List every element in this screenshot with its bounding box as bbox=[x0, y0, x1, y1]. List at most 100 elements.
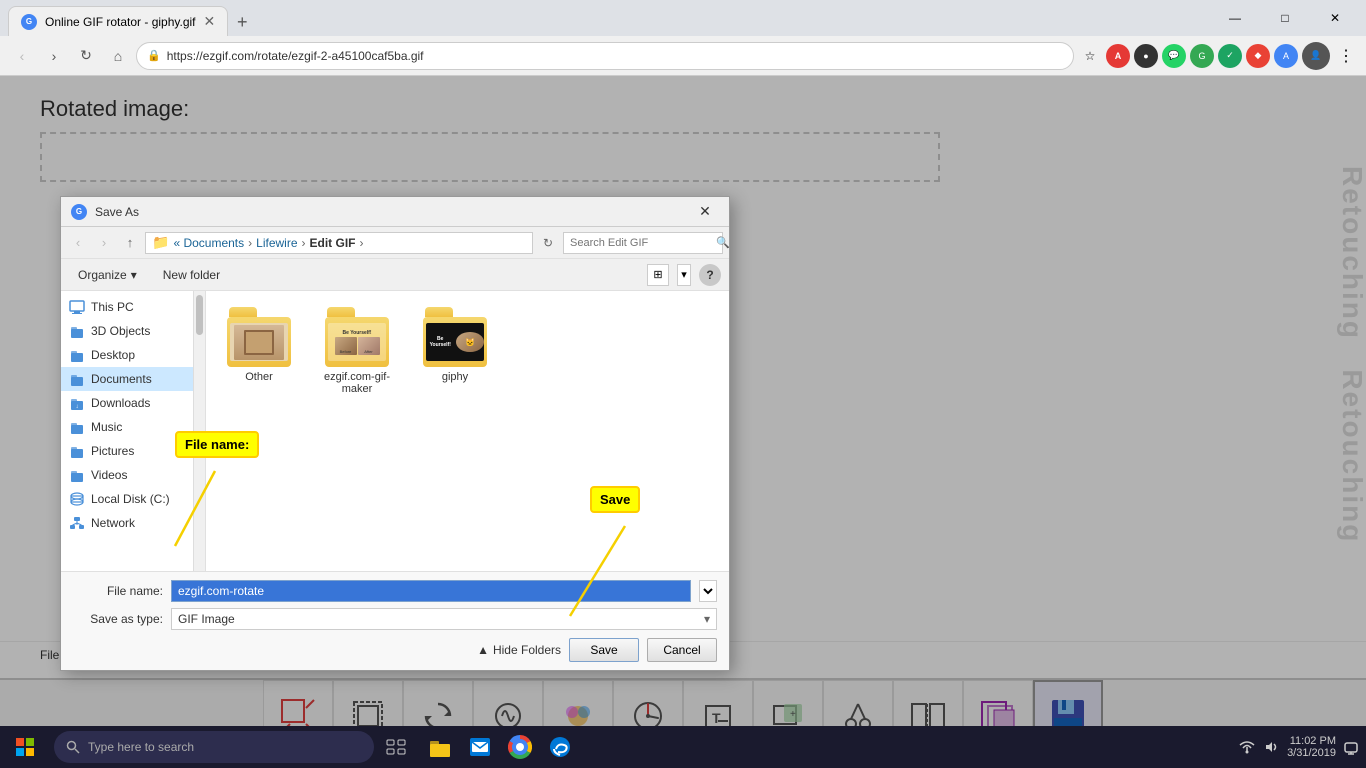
taskbar-search-bar[interactable]: Type here to search bbox=[54, 731, 374, 763]
address-bar[interactable]: 🔒 https://ezgif.com/rotate/ezgif-2-a4510… bbox=[136, 42, 1074, 70]
breadcrumb-sep-3: › bbox=[360, 236, 364, 250]
hide-folders-label: Hide Folders bbox=[493, 643, 561, 657]
start-button[interactable] bbox=[0, 726, 50, 768]
organize-button[interactable]: Organize ▾ bbox=[69, 264, 146, 286]
breadcrumb-sep-2: › bbox=[302, 236, 306, 250]
dialog-overlay: G Save As ✕ ‹ › ↑ 📁 « Documents › Lifewi… bbox=[0, 76, 1366, 768]
dialog-search-box: 🔍 bbox=[563, 232, 723, 254]
dialog-files: Other Be Yourself! bbox=[206, 291, 729, 571]
search-icon: 🔍 bbox=[716, 236, 730, 249]
taskbar-outlook[interactable] bbox=[462, 726, 498, 768]
filename-label: File name: bbox=[73, 584, 163, 598]
menu-icon[interactable]: ⋮ bbox=[1334, 44, 1358, 68]
dialog-up-button[interactable]: ↑ bbox=[119, 232, 141, 254]
sidebar-scroll-thumb[interactable] bbox=[196, 295, 203, 335]
view-arrow-button[interactable]: ▾ bbox=[677, 264, 691, 286]
taskbar-edge[interactable] bbox=[542, 726, 578, 768]
dialog-close-button[interactable]: ✕ bbox=[691, 198, 719, 226]
address-text: https://ezgif.com/rotate/ezgif-2-a45100c… bbox=[167, 49, 1063, 63]
taskbar-file-explorer[interactable] bbox=[422, 726, 458, 768]
taskbar-notification-icon[interactable] bbox=[1344, 739, 1358, 755]
sidebar-label-music: Music bbox=[91, 420, 122, 434]
task-view-button[interactable] bbox=[378, 726, 414, 768]
view-button[interactable]: ⊞ bbox=[647, 264, 669, 286]
sidebar-item-desktop[interactable]: Desktop bbox=[61, 343, 205, 367]
file-item-ezgif[interactable]: Be Yourself! Before After bbox=[312, 299, 402, 399]
extension-icon-2[interactable]: ● bbox=[1134, 44, 1158, 68]
filename-input[interactable] bbox=[171, 580, 691, 602]
file-item-giphy[interactable]: Be Yourself! 🐱 giphy bbox=[410, 299, 500, 399]
sidebar-label-3d-objects: 3D Objects bbox=[91, 324, 150, 338]
home-button[interactable]: ⌂ bbox=[104, 42, 132, 70]
taskbar-chrome[interactable] bbox=[502, 726, 538, 768]
file-name-giphy: giphy bbox=[442, 371, 468, 383]
tab-close-button[interactable]: ✕ bbox=[204, 13, 216, 30]
breadcrumb-editgif: Edit GIF bbox=[310, 236, 356, 250]
taskbar: Type here to search 11:02 PM 3/31/2019 bbox=[0, 726, 1366, 768]
extension-icon-7[interactable]: A bbox=[1274, 44, 1298, 68]
dialog-actions: ▲ Hide Folders Save Cancel bbox=[73, 638, 717, 662]
breadcrumb-sep-1: › bbox=[248, 236, 252, 250]
file-name-other: Other bbox=[245, 371, 273, 383]
sidebar-item-network[interactable]: Network bbox=[61, 511, 205, 535]
save-button[interactable]: Save bbox=[569, 638, 639, 662]
browser-tab[interactable]: G Online GIF rotator - giphy.gif ✕ bbox=[8, 6, 228, 36]
bookmark-icon[interactable]: ☆ bbox=[1078, 44, 1102, 68]
file-name-ezgif: ezgif.com-gif-maker bbox=[316, 371, 398, 395]
sidebar-item-videos[interactable]: Videos bbox=[61, 463, 205, 487]
new-folder-label: New folder bbox=[163, 268, 220, 282]
dialog-nav: ‹ › ↑ 📁 « Documents › Lifewire › Edit GI… bbox=[61, 227, 729, 259]
sidebar-item-this-pc[interactable]: This PC bbox=[61, 295, 205, 319]
folder-icon-nav: 📁 bbox=[152, 234, 169, 251]
folder-ezgif-icon: Be Yourself! Before After bbox=[325, 303, 389, 367]
sidebar-item-3d-objects[interactable]: 3D Objects bbox=[61, 319, 205, 343]
sidebar-item-documents[interactable]: Documents bbox=[61, 367, 205, 391]
savetype-arrow-icon: ▾ bbox=[704, 612, 710, 626]
tab-favicon: G bbox=[21, 14, 37, 30]
forward-button[interactable]: › bbox=[40, 42, 68, 70]
file-item-other[interactable]: Other bbox=[214, 299, 304, 399]
sidebar-item-downloads[interactable]: ↓ Downloads bbox=[61, 391, 205, 415]
dialog-search-input[interactable] bbox=[570, 237, 712, 249]
tab-title: Online GIF rotator - giphy.gif bbox=[45, 15, 196, 29]
dialog-body: This PC 3D Objects Desktop Document bbox=[61, 291, 729, 571]
new-tab-button[interactable]: + bbox=[228, 8, 256, 36]
sidebar-item-local-disk[interactable]: Local Disk (C:) bbox=[61, 487, 205, 511]
close-button[interactable]: ✕ bbox=[1312, 4, 1358, 32]
hide-folders-arrow: ▲ bbox=[477, 643, 489, 657]
dialog-bottom: File name: ▾ Save as type: GIF Image ▾ bbox=[61, 571, 729, 670]
savetype-label: Save as type: bbox=[73, 612, 163, 626]
sidebar-label-this-pc: This PC bbox=[91, 300, 134, 314]
taskbar-pinned-apps bbox=[422, 726, 578, 768]
extension-icon-5[interactable]: ✓ bbox=[1218, 44, 1242, 68]
savetype-row: Save as type: GIF Image ▾ bbox=[73, 608, 717, 630]
dialog-favicon: G bbox=[71, 204, 87, 220]
taskbar-clock[interactable]: 11:02 PM 3/31/2019 bbox=[1287, 735, 1336, 759]
hide-folders-button[interactable]: ▲ Hide Folders bbox=[477, 643, 561, 657]
breadcrumb-lifewire[interactable]: Lifewire bbox=[256, 236, 297, 250]
back-button[interactable]: ‹ bbox=[8, 42, 36, 70]
new-folder-button[interactable]: New folder bbox=[154, 264, 229, 286]
maximize-button[interactable]: □ bbox=[1262, 4, 1308, 32]
extension-icon-3[interactable]: 💬 bbox=[1162, 44, 1186, 68]
dialog-refresh-button[interactable]: ↻ bbox=[537, 232, 559, 254]
breadcrumb-documents[interactable]: « Documents bbox=[173, 236, 244, 250]
minimize-button[interactable]: — bbox=[1212, 4, 1258, 32]
help-button[interactable]: ? bbox=[699, 264, 721, 286]
tab-bar: G Online GIF rotator - giphy.gif ✕ + — □… bbox=[0, 0, 1366, 36]
taskbar-volume-icon bbox=[1263, 739, 1279, 755]
dialog-forward-button[interactable]: › bbox=[93, 232, 115, 254]
extension-icon-1[interactable]: A bbox=[1106, 44, 1130, 68]
sidebar-label-desktop: Desktop bbox=[91, 348, 135, 362]
extension-icon-6[interactable]: ◆ bbox=[1246, 44, 1270, 68]
extension-icon-4[interactable]: G bbox=[1190, 44, 1214, 68]
window-controls: — □ ✕ bbox=[1212, 4, 1358, 36]
taskbar-network-icon bbox=[1239, 739, 1255, 755]
savetype-select[interactable]: GIF Image ▾ bbox=[171, 608, 717, 630]
dialog-back-button[interactable]: ‹ bbox=[67, 232, 89, 254]
profile-icon[interactable]: 👤 bbox=[1302, 42, 1330, 70]
save-as-dialog: G Save As ✕ ‹ › ↑ 📁 « Documents › Lifewi… bbox=[60, 196, 730, 671]
cancel-button[interactable]: Cancel bbox=[647, 638, 717, 662]
reload-button[interactable]: ↻ bbox=[72, 42, 100, 70]
filename-dropdown[interactable]: ▾ bbox=[699, 580, 717, 602]
